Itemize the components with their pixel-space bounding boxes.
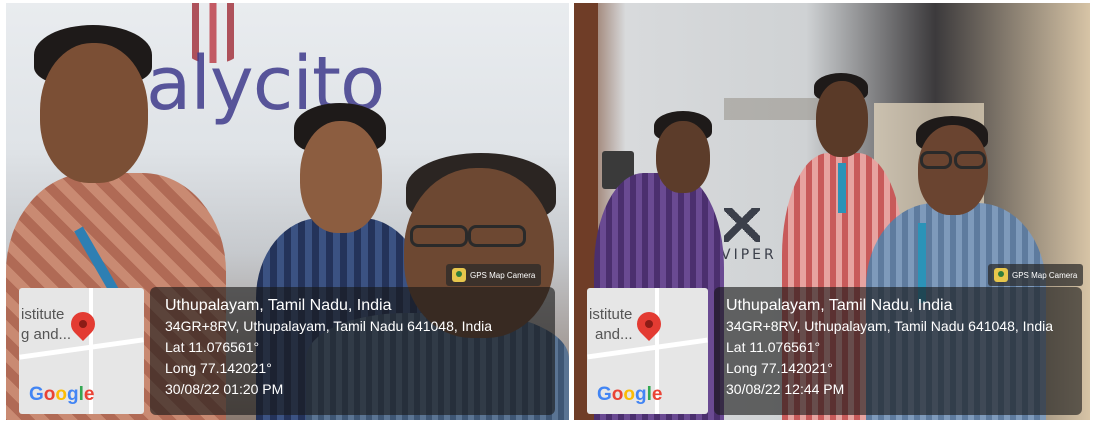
viper-sign-text: VIPER (721, 247, 777, 263)
person-c-glasses (920, 151, 952, 169)
location-title: Uthupalayam, Tamil Nadu, India (165, 297, 392, 314)
gps-info-text: Uthupalayam, Tamil Nadu, India 34GR+8RV,… (165, 295, 492, 400)
gps-camera-icon (452, 268, 466, 282)
longitude: Long 77.142021° (165, 360, 272, 376)
lanyard (838, 163, 846, 213)
photo-left: alycito GPS Map Camera istitute g and...… (6, 3, 569, 420)
datetime: 30/08/22 12:44 PM (726, 381, 845, 397)
person-c-glasses-right (954, 151, 986, 169)
person-c-head (918, 125, 988, 215)
viper-emblem (724, 208, 760, 242)
latitude: Lat 11.076561° (165, 339, 260, 355)
person-2-head (300, 121, 382, 233)
map-thumbnail: istitute and... Google (587, 288, 708, 414)
person-1-head (40, 43, 148, 183)
gps-camera-label: GPS Map Camera (1012, 270, 1078, 280)
gps-camera-icon (994, 268, 1008, 282)
photo-right: VIPER GPS Map Camera istitute and... Goo… (574, 3, 1090, 420)
address: 34GR+8RV, Uthupalayam, Tamil Nadu 641048… (165, 318, 493, 334)
map-pin-icon (66, 307, 100, 341)
map-thumbnail: istitute g and... Google (19, 288, 144, 414)
latitude: Lat 11.076561° (726, 339, 821, 355)
google-logo: Google (597, 384, 663, 405)
gps-camera-badge: GPS Map Camera (446, 264, 542, 286)
map-pin-icon (632, 307, 666, 341)
datetime: 30/08/22 01:20 PM (165, 381, 284, 397)
person-3-glasses-right (468, 225, 526, 247)
longitude: Long 77.142021° (726, 360, 833, 376)
person-3-glasses (410, 225, 468, 247)
address: 34GR+8RV, Uthupalayam, Tamil Nadu 641048… (726, 318, 1054, 334)
gps-camera-label: GPS Map Camera (470, 270, 536, 280)
gps-info-text: Uthupalayam, Tamil Nadu, India 34GR+8RV,… (726, 295, 1053, 400)
google-logo: Google (29, 384, 95, 405)
person-b-head (816, 81, 868, 157)
map-label-2: g and... (21, 326, 72, 343)
gps-camera-badge: GPS Map Camera (988, 264, 1084, 286)
map-label-1: istitute (21, 306, 65, 323)
location-title: Uthupalayam, Tamil Nadu, India (726, 297, 953, 314)
person-a-head (656, 121, 710, 193)
map-label-1: istitute (589, 306, 633, 323)
map-label-2: and... (595, 326, 633, 343)
